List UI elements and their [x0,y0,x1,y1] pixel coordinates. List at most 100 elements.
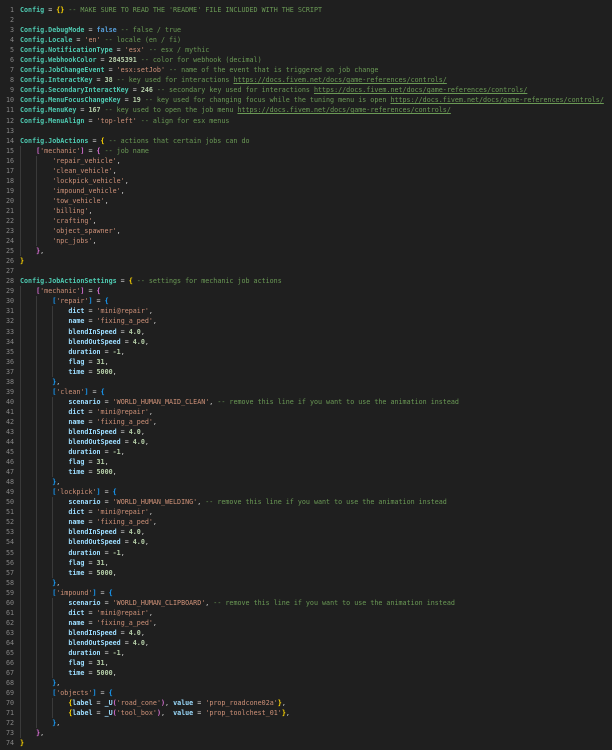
code-text[interactable]: time = 5000, [20,366,612,377]
code-line[interactable]: 44 blendOutSpeed = 4.0, [0,437,612,448]
code-text[interactable]: Config.JobActions = { -- actions that ce… [20,136,612,146]
code-text[interactable]: flag = 31, [20,557,612,568]
code-text[interactable]: Config.DebugMode = false -- false / true [20,25,612,35]
code-text[interactable]: }, [20,728,612,739]
code-line[interactable]: 38 }, [0,376,612,387]
code-text[interactable]: 'repair_vehicle', [20,155,612,166]
code-line[interactable]: 3 Config.DebugMode = false -- false / tru… [0,25,612,35]
code-text[interactable]: blendInSpeed = 4.0, [20,627,612,638]
code-text[interactable]: dict = 'mini@repair', [20,507,612,518]
code-text[interactable]: 'npc_jobs', [20,236,612,247]
code-text[interactable]: duration = -1, [20,447,612,458]
code-text[interactable]: 'impound_vehicle', [20,185,612,196]
code-line[interactable]: 14 Config.JobActions = { -- actions that … [0,136,612,146]
code-line[interactable]: 23 'object_spawner', [0,226,612,237]
code-line[interactable]: 4 Config.Locale = 'en' -- locale (en / fi… [0,35,612,45]
code-line[interactable]: 59 ['impound'] = { [0,587,612,598]
code-line[interactable]: 12 Config.MenuAlign = 'top-left' -- align… [0,116,612,126]
code-line[interactable]: 9 Config.SecondaryInteractKey = 246 -- se… [0,85,612,95]
code-text[interactable]: ['repair'] = { [20,296,612,307]
code-text[interactable]: Config.JobActionSettings = { -- settings… [20,276,612,286]
code-line[interactable]: 68 }, [0,678,612,689]
code-line[interactable]: 56 flag = 31, [0,557,612,568]
code-line[interactable]: 39 ['clean'] = { [0,386,612,397]
code-text[interactable]: Config.NotificationType = 'esx' -- esx /… [20,45,612,55]
code-line[interactable]: 10 Config.MenuFocusChangeKey = 19 -- key … [0,95,612,105]
code-text[interactable]: }, [20,477,612,488]
code-text[interactable]: }, [20,678,612,689]
code-line[interactable]: 29 ['mechanic'] = { [0,286,612,297]
code-text[interactable]: ['clean'] = { [20,386,612,397]
code-text[interactable]: }, [20,376,612,387]
code-line[interactable]: 7 Config.JobChangeEvent = 'esx:setJob' --… [0,65,612,75]
code-text[interactable]: } [20,738,612,748]
code-text[interactable]: ['lockpick'] = { [20,487,612,498]
code-line[interactable]: 71 {label = _U('tool_box'), value = 'pro… [0,708,612,719]
code-text[interactable]: 'tow_vehicle', [20,195,612,206]
code-text[interactable]: Config.Locale = 'en' -- locale (en / fi) [20,35,612,45]
code-line[interactable]: 42 name = 'fixing_a_ped', [0,416,612,427]
code-text[interactable]: {label = _U('road_cone'), value = 'prop_… [20,698,612,709]
code-line[interactable]: 1 Config = {} -- MAKE SURE TO READ THE 'R… [0,5,612,15]
code-line[interactable]: 34 blendOutSpeed = 4.0, [0,336,612,347]
code-text[interactable]: duration = -1, [20,346,612,357]
code-line[interactable]: 35 duration = -1, [0,346,612,357]
code-line[interactable]: 33 blendInSpeed = 4.0, [0,326,612,337]
code-text[interactable]: }, [20,718,612,729]
code-text[interactable]: time = 5000, [20,567,612,578]
code-line[interactable]: 47 time = 5000, [0,467,612,478]
code-text[interactable]: name = 'fixing_a_ped', [20,416,612,427]
code-text[interactable]: duration = -1, [20,648,612,659]
code-text[interactable]: ['impound'] = { [20,587,612,598]
code-text[interactable]: scenario = 'WORLD_HUMAN_WELDING', -- rem… [20,497,612,508]
code-line[interactable]: 25 }, [0,246,612,257]
code-text[interactable]: Config.MenuKey = 167 -- key used to open… [20,105,612,115]
code-line[interactable]: 46 flag = 31, [0,457,612,468]
code-line[interactable]: 48 }, [0,477,612,488]
code-line[interactable]: 8 Config.InteractKey = 38 -- key used for… [0,75,612,85]
code-line[interactable]: 60 scenario = 'WORLD_HUMAN_CLIPBOARD', -… [0,597,612,608]
code-line[interactable]: 67 time = 5000, [0,668,612,679]
code-text[interactable]: blendInSpeed = 4.0, [20,426,612,438]
code-text[interactable]: 'billing', [20,205,612,216]
code-text[interactable]: Config.WebhookColor = 2845391 -- color f… [20,55,612,65]
code-line[interactable]: 21 'billing', [0,205,612,216]
code-line[interactable]: 27 [0,266,612,276]
code-line[interactable]: 36 flag = 31, [0,356,612,367]
code-line[interactable]: 52 name = 'fixing_a_ped', [0,517,612,528]
code-line[interactable]: 62 name = 'fixing_a_ped', [0,617,612,628]
code-line[interactable]: 58 }, [0,577,612,588]
code-line[interactable]: 55 duration = -1, [0,547,612,558]
code-text[interactable]: blendOutSpeed = 4.0, [20,637,612,649]
code-line[interactable]: 74} [0,738,612,748]
code-text[interactable]: time = 5000, [20,668,612,679]
code-line[interactable]: 63 blendInSpeed = 4.0, [0,627,612,638]
code-line[interactable]: 45 duration = -1, [0,447,612,458]
code-line[interactable]: 28 Config.JobActionSettings = { -- settin… [0,276,612,286]
code-line[interactable]: 20 'tow_vehicle', [0,195,612,206]
code-text[interactable]: dict = 'mini@repair', [20,306,612,317]
code-line[interactable]: 22 'crafting', [0,215,612,227]
code-line[interactable]: 5 Config.NotificationType = 'esx' -- esx … [0,45,612,55]
code-line[interactable]: 31 dict = 'mini@repair', [0,306,612,317]
code-text[interactable]: flag = 31, [20,457,612,468]
code-text[interactable]: 'clean_vehicle', [20,165,612,176]
code-line[interactable]: 26} [0,256,612,266]
code-line[interactable]: 40 scenario = 'WORLD_HUMAN_MAID_CLEAN', … [0,396,612,407]
code-text[interactable]: Config.InteractKey = 38 -- key used for … [20,75,612,85]
code-text[interactable]: blendOutSpeed = 4.0, [20,537,612,548]
code-line[interactable]: 18 'lockpick_vehicle', [0,175,612,186]
code-text[interactable]: Config.JobChangeEvent = 'esx:setJob' -- … [20,65,612,75]
code-line[interactable]: 19 'impound_vehicle', [0,185,612,196]
code-line[interactable]: 17 'clean_vehicle', [0,165,612,176]
code-text[interactable]: blendOutSpeed = 4.0, [20,437,612,448]
code-text[interactable]: scenario = 'WORLD_HUMAN_CLIPBOARD', -- r… [20,597,612,608]
code-text[interactable]: Config.MenuFocusChangeKey = 19 -- key us… [20,95,612,105]
code-text[interactable]: }, [20,246,612,257]
code-line[interactable]: 66 flag = 31, [0,658,612,669]
code-line[interactable]: 13 [0,126,612,136]
code-line[interactable]: 30 ['repair'] = { [0,296,612,307]
code-text[interactable]: blendOutSpeed = 4.0, [20,336,612,347]
code-line[interactable]: 50 scenario = 'WORLD_HUMAN_WELDING', -- … [0,497,612,508]
code-text[interactable]: }, [20,577,612,588]
